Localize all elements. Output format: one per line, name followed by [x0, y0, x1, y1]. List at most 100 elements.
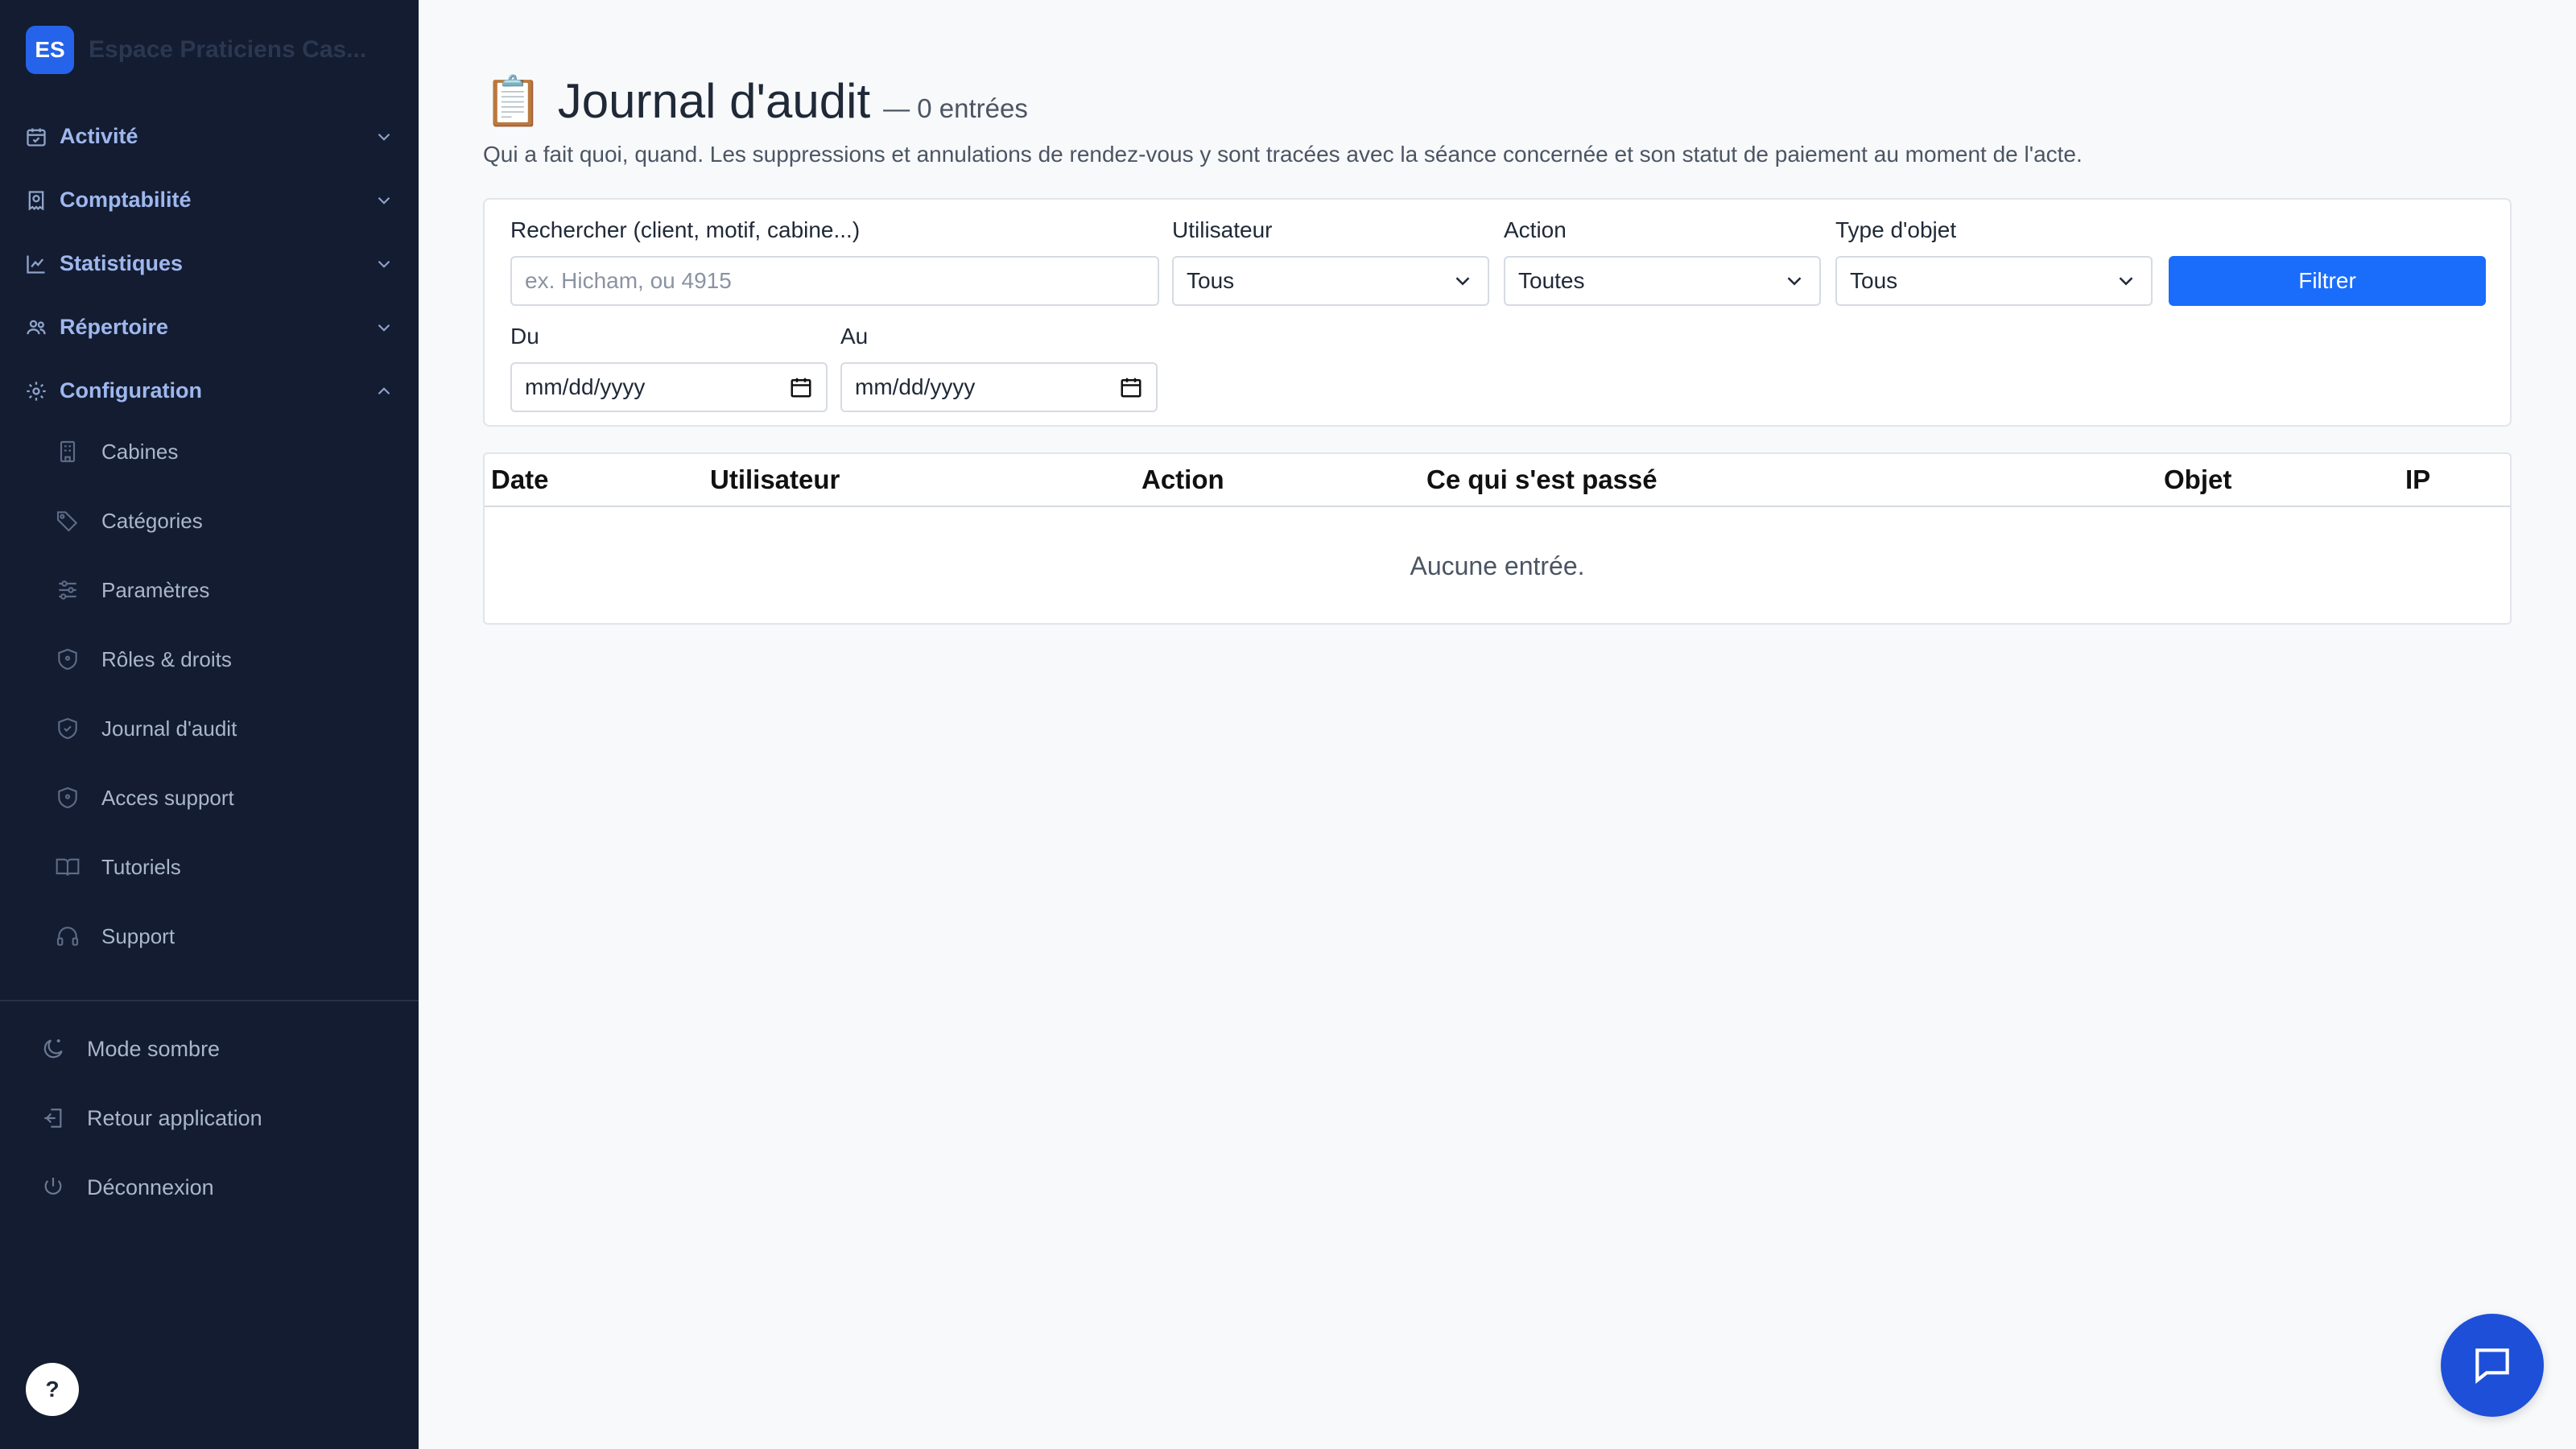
page-header: 📋 Journal d'audit — 0 entrées: [483, 72, 1028, 130]
sidebar-item-parametres[interactable]: Paramètres: [0, 555, 419, 625]
message-icon: [2475, 1348, 2509, 1385]
action-select[interactable]: Toutes: [1504, 256, 1821, 306]
brand-badge: ES: [26, 26, 74, 74]
from-date-label: Du: [510, 324, 539, 349]
sidebar-item-label: Acces support: [101, 785, 234, 810]
building-icon: [53, 437, 82, 466]
book-open-icon: [53, 852, 82, 881]
action-filter-label: Action: [1504, 217, 1567, 242]
logout-label: Déconnexion: [87, 1174, 214, 1199]
sidebar-item-label: Journal d'audit: [101, 716, 237, 741]
nav-section-label: Comptabilité: [60, 188, 192, 212]
sidebar-item-label: Tutoriels: [101, 854, 181, 879]
shield-icon: [53, 645, 82, 674]
sidebar-bottom-nav: Mode sombre Retour application Déconnexi…: [0, 1014, 419, 1222]
column-header-date[interactable]: Date: [491, 454, 549, 506]
shield-check-icon: [53, 714, 82, 743]
nav-section-label: Répertoire: [60, 315, 169, 339]
tags-icon: [53, 506, 82, 535]
column-header-description[interactable]: Ce qui s'est passé: [1426, 454, 1657, 506]
chevron-down-icon: [378, 196, 390, 204]
filter-panel: Rechercher (client, motif, cabine...) Ut…: [483, 198, 2512, 427]
calendar-check-icon: [24, 125, 48, 149]
column-header-ip[interactable]: IP: [2405, 454, 2430, 506]
column-header-user[interactable]: Utilisateur: [710, 454, 840, 506]
chevron-down-icon: [2119, 277, 2133, 286]
logout-button[interactable]: Déconnexion: [0, 1153, 419, 1222]
main-content: 📋 Journal d'audit — 0 entrées Qui a fait…: [419, 0, 2576, 1449]
dark-mode-toggle[interactable]: Mode sombre: [0, 1014, 419, 1084]
chevron-down-icon: [1455, 277, 1470, 286]
column-header-action[interactable]: Action: [1141, 454, 1224, 506]
shield-icon: [53, 783, 82, 812]
chevron-down-icon: [378, 324, 390, 332]
search-label: Rechercher (client, motif, cabine...): [510, 217, 861, 242]
chevron-down-icon: [1787, 277, 1802, 286]
nav-section-configuration[interactable]: Configuration: [0, 359, 419, 423]
brand[interactable]: ES Espace Praticiens Cas...: [26, 26, 366, 74]
filter-button[interactable]: Filtrer: [2169, 256, 2486, 306]
moon-icon: [39, 1034, 68, 1063]
sliders-icon: [53, 576, 82, 605]
page-title: Journal d'audit: [557, 74, 871, 128]
sidebar: ES Espace Praticiens Cas... Activité Com…: [0, 0, 419, 1449]
from-date-input[interactable]: mm/dd/yyyy: [510, 362, 828, 412]
sidebar-item-acces-support[interactable]: Acces support: [0, 763, 419, 832]
chevron-up-icon: [378, 386, 390, 394]
main-nav: Activité Comptabilité Statistiques Réper…: [0, 105, 419, 423]
nav-section-statistiques[interactable]: Statistiques: [0, 232, 419, 295]
nav-section-activite[interactable]: Activité: [0, 105, 419, 168]
log-in-icon: [39, 1104, 68, 1133]
object-type-value: Tous: [1850, 268, 1898, 293]
action-select-value: Toutes: [1518, 268, 1585, 293]
to-date-label: Au: [840, 324, 869, 349]
chat-button[interactable]: [2441, 1314, 2544, 1417]
calendar-icon[interactable]: [789, 375, 813, 399]
entry-count: — 0 entrées: [883, 93, 1028, 123]
calendar-icon[interactable]: [1119, 375, 1143, 399]
return-app-link[interactable]: Retour application: [0, 1084, 419, 1153]
from-date-value: mm/dd/yyyy: [525, 374, 646, 399]
chevron-down-icon: [378, 133, 390, 141]
to-date-value: mm/dd/yyyy: [855, 374, 976, 399]
sidebar-item-label: Paramètres: [101, 577, 210, 602]
search-field[interactable]: [510, 256, 1159, 306]
configuration-subnav: Cabines Catégories Paramètres Rôles & dr…: [0, 417, 419, 971]
chart-line-icon: [24, 252, 48, 276]
help-button[interactable]: ?: [26, 1363, 79, 1416]
return-app-label: Retour application: [87, 1105, 262, 1130]
sidebar-item-categories[interactable]: Catégories: [0, 486, 419, 555]
chevron-down-icon: [378, 260, 390, 268]
sidebar-divider: [0, 1000, 419, 1001]
user-select-value: Tous: [1187, 268, 1235, 293]
user-filter-label: Utilisateur: [1172, 217, 1273, 242]
sidebar-item-roles[interactable]: Rôles & droits: [0, 625, 419, 694]
to-date-input[interactable]: mm/dd/yyyy: [840, 362, 1158, 412]
object-type-select[interactable]: Tous: [1835, 256, 2153, 306]
nav-section-comptabilite[interactable]: Comptabilité: [0, 168, 419, 232]
sidebar-item-support[interactable]: Support: [0, 902, 419, 971]
clipboard-icon: 📋: [483, 74, 543, 128]
sidebar-item-label: Cabines: [101, 439, 179, 464]
gear-icon: [24, 379, 48, 403]
nav-section-label: Statistiques: [60, 251, 184, 275]
nav-section-label: Activité: [60, 124, 138, 148]
sidebar-item-label: Catégories: [101, 508, 203, 533]
receipt-icon: [24, 188, 48, 213]
dark-mode-label: Mode sombre: [87, 1036, 221, 1061]
page-subtitle: Qui a fait quoi, quand. Les suppressions…: [483, 142, 2083, 167]
sidebar-item-cabines[interactable]: Cabines: [0, 417, 419, 486]
nav-section-repertoire[interactable]: Répertoire: [0, 295, 419, 359]
type-filter-label: Type d'objet: [1835, 217, 1957, 242]
empty-state: Aucune entrée.: [1410, 551, 1585, 580]
table-header: Date Utilisateur Action Ce qui s'est pas…: [485, 454, 2510, 507]
audit-table: Date Utilisateur Action Ce qui s'est pas…: [483, 452, 2512, 625]
sidebar-item-journal-audit[interactable]: Journal d'audit: [0, 694, 419, 763]
column-header-object[interactable]: Objet: [2164, 454, 2231, 506]
search-input[interactable]: [525, 268, 1145, 294]
power-icon: [39, 1173, 68, 1202]
headset-icon: [53, 922, 82, 951]
brand-name: Espace Praticiens Cas...: [89, 36, 367, 63]
sidebar-item-tutoriels[interactable]: Tutoriels: [0, 832, 419, 902]
user-select[interactable]: Tous: [1172, 256, 1489, 306]
